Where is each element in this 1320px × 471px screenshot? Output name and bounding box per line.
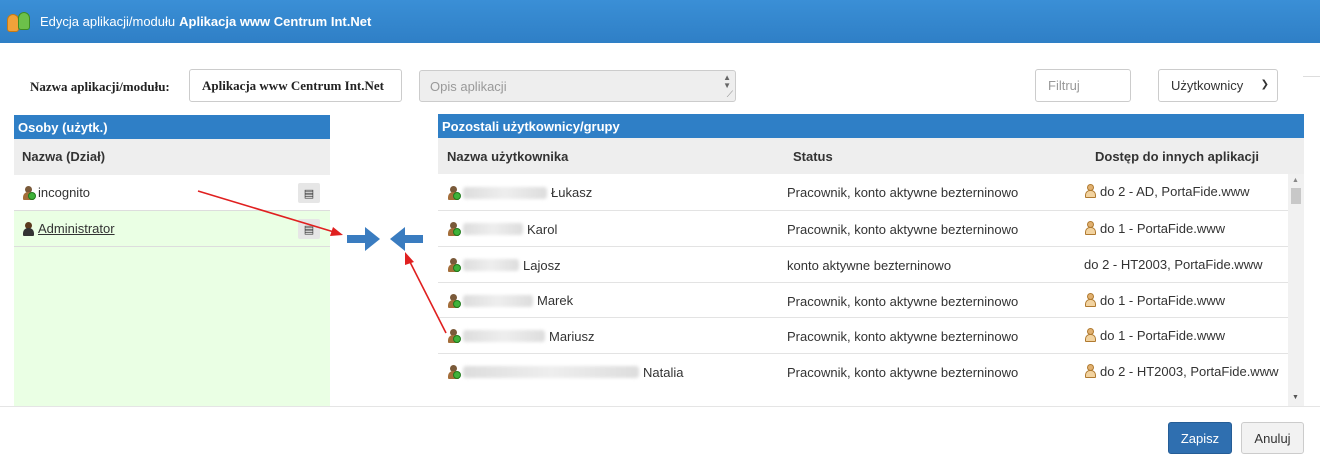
right-table-header: Nazwa użytkownika Status Dostęp do innyc… bbox=[438, 138, 1304, 174]
list-item-label[interactable]: Administrator bbox=[38, 221, 115, 236]
scroll-up-icon[interactable]: ▲ bbox=[1292, 177, 1299, 184]
user-group-icon bbox=[447, 185, 461, 200]
type-select-value: Użytkownicy bbox=[1171, 78, 1244, 93]
user-access: do 1 - PortaFide.www bbox=[1100, 221, 1225, 236]
redacted-surname bbox=[463, 330, 545, 342]
table-row[interactable]: Marek Pracownik, konto aktywne bezternin… bbox=[438, 283, 1288, 318]
user-group-icon bbox=[447, 222, 461, 236]
column-header-access[interactable]: Dostęp do innych aplikacji bbox=[1095, 149, 1259, 164]
row-menu-button[interactable]: ▤ bbox=[298, 183, 320, 203]
user-name: Lajosz bbox=[523, 257, 561, 273]
user-icon bbox=[1084, 293, 1098, 307]
user-access: do 2 - AD, PortaFide.www bbox=[1100, 184, 1250, 199]
dialog-title-prefix: Edycja aplikacji/modułu bbox=[40, 14, 176, 29]
chevron-down-icon: ❯ bbox=[1260, 79, 1269, 90]
app-description-field[interactable]: Opis aplikacji ▲ ▼ ⟋ bbox=[419, 70, 736, 102]
list-item-label: incognito bbox=[38, 185, 91, 200]
column-header-status[interactable]: Status bbox=[793, 149, 833, 164]
user-icon bbox=[1084, 184, 1098, 198]
user-icon bbox=[1084, 221, 1098, 235]
user-name: Mariusz bbox=[549, 328, 595, 344]
user-icon bbox=[1084, 364, 1098, 378]
user-icon bbox=[1084, 328, 1098, 342]
user-icon bbox=[22, 221, 36, 236]
redacted-surname bbox=[463, 259, 519, 271]
arrow-right-icon[interactable] bbox=[347, 226, 381, 252]
redacted-surname bbox=[463, 366, 639, 378]
list-item[interactable]: incognito ▤ bbox=[14, 175, 330, 211]
scrollbar-thumb[interactable] bbox=[1291, 188, 1301, 204]
user-name: Natalia bbox=[643, 364, 684, 380]
user-access: do 2 - HT2003, PortaFide.www bbox=[1084, 257, 1263, 272]
redacted-surname bbox=[463, 186, 547, 199]
type-select[interactable]: Użytkownicy ❯ bbox=[1158, 69, 1278, 102]
table-row[interactable]: Natalia Pracownik, konto aktywne beztern… bbox=[438, 354, 1288, 406]
user-group-icon bbox=[447, 329, 461, 343]
app-name-label: Nazwa aplikacji/modułu: bbox=[30, 79, 170, 94]
user-group-icon bbox=[447, 258, 461, 272]
user-group-icon bbox=[22, 185, 36, 200]
table-row[interactable]: Lajosz konto aktywne bezterninowo do 2 -… bbox=[438, 247, 1288, 283]
redacted-surname bbox=[463, 294, 533, 307]
filter-input[interactable]: Filtruj bbox=[1035, 69, 1131, 102]
user-access: do 1 - PortaFide.www bbox=[1100, 328, 1225, 343]
user-status: konto aktywne bezterninowo bbox=[787, 258, 952, 273]
user-status: Pracownik, konto aktywne bezterninowo bbox=[787, 185, 1019, 200]
user-name: Łukasz bbox=[551, 185, 593, 200]
filter-placeholder: Filtruj bbox=[1048, 78, 1080, 93]
cancel-button[interactable]: Anuluj bbox=[1241, 422, 1304, 454]
list-item[interactable]: Administrator ▤ bbox=[14, 211, 330, 247]
user-name: Marek bbox=[537, 293, 574, 308]
table-scrollbar[interactable]: ▲ ▼ bbox=[1288, 174, 1304, 406]
user-name: Karol bbox=[527, 221, 558, 237]
left-column-header[interactable]: Nazwa (Dział) bbox=[14, 139, 330, 175]
row-menu-button[interactable]: ▤ bbox=[298, 219, 320, 239]
footer-divider bbox=[0, 406, 1320, 407]
user-access: do 1 - PortaFide.www bbox=[1100, 293, 1225, 308]
table-row[interactable]: Mariusz Pracownik, konto aktywne beztern… bbox=[438, 318, 1288, 354]
save-button[interactable]: Zapisz bbox=[1168, 422, 1232, 454]
column-header-username[interactable]: Nazwa użytkownika bbox=[447, 149, 568, 164]
divider bbox=[1303, 76, 1320, 77]
app-description-placeholder: Opis aplikacji bbox=[430, 78, 507, 94]
user-access: do 2 - HT2003, PortaFide.www bbox=[1100, 364, 1279, 379]
left-panel-title: Osoby (użytk.) bbox=[14, 115, 330, 139]
user-group-icon bbox=[447, 365, 461, 379]
user-status: Pracownik, konto aktywne bezterninowo bbox=[787, 329, 1019, 344]
arrow-left-icon[interactable] bbox=[389, 226, 423, 252]
users-icon bbox=[6, 11, 34, 33]
user-status: Pracownik, konto aktywne bezterninowo bbox=[787, 365, 1019, 380]
spinner-icon[interactable]: ▲ ▼ bbox=[723, 74, 731, 90]
resize-grip-icon[interactable]: ⟋ bbox=[727, 89, 733, 100]
dialog-title-name: Aplikacja www Centrum Int.Net bbox=[179, 14, 372, 29]
user-status: Pracownik, konto aktywne bezterninowo bbox=[787, 294, 1019, 309]
redacted-surname bbox=[463, 223, 523, 235]
table-row[interactable]: Karol Pracownik, konto aktywne bezternin… bbox=[438, 211, 1288, 247]
table-row[interactable]: Łukasz Pracownik, konto aktywne bezterni… bbox=[438, 174, 1288, 211]
dialog-titlebar: Edycja aplikacji/modułu Aplikacja www Ce… bbox=[0, 0, 1320, 43]
right-panel-title: Pozostali użytkownicy/grupy bbox=[438, 114, 1304, 138]
left-panel-selection-area bbox=[14, 247, 330, 406]
user-group-icon bbox=[447, 293, 461, 308]
scroll-down-icon[interactable]: ▼ bbox=[1292, 394, 1299, 401]
app-name-field[interactable]: Aplikacja www Centrum Int.Net bbox=[189, 69, 402, 102]
user-status: Pracownik, konto aktywne bezterninowo bbox=[787, 222, 1019, 237]
